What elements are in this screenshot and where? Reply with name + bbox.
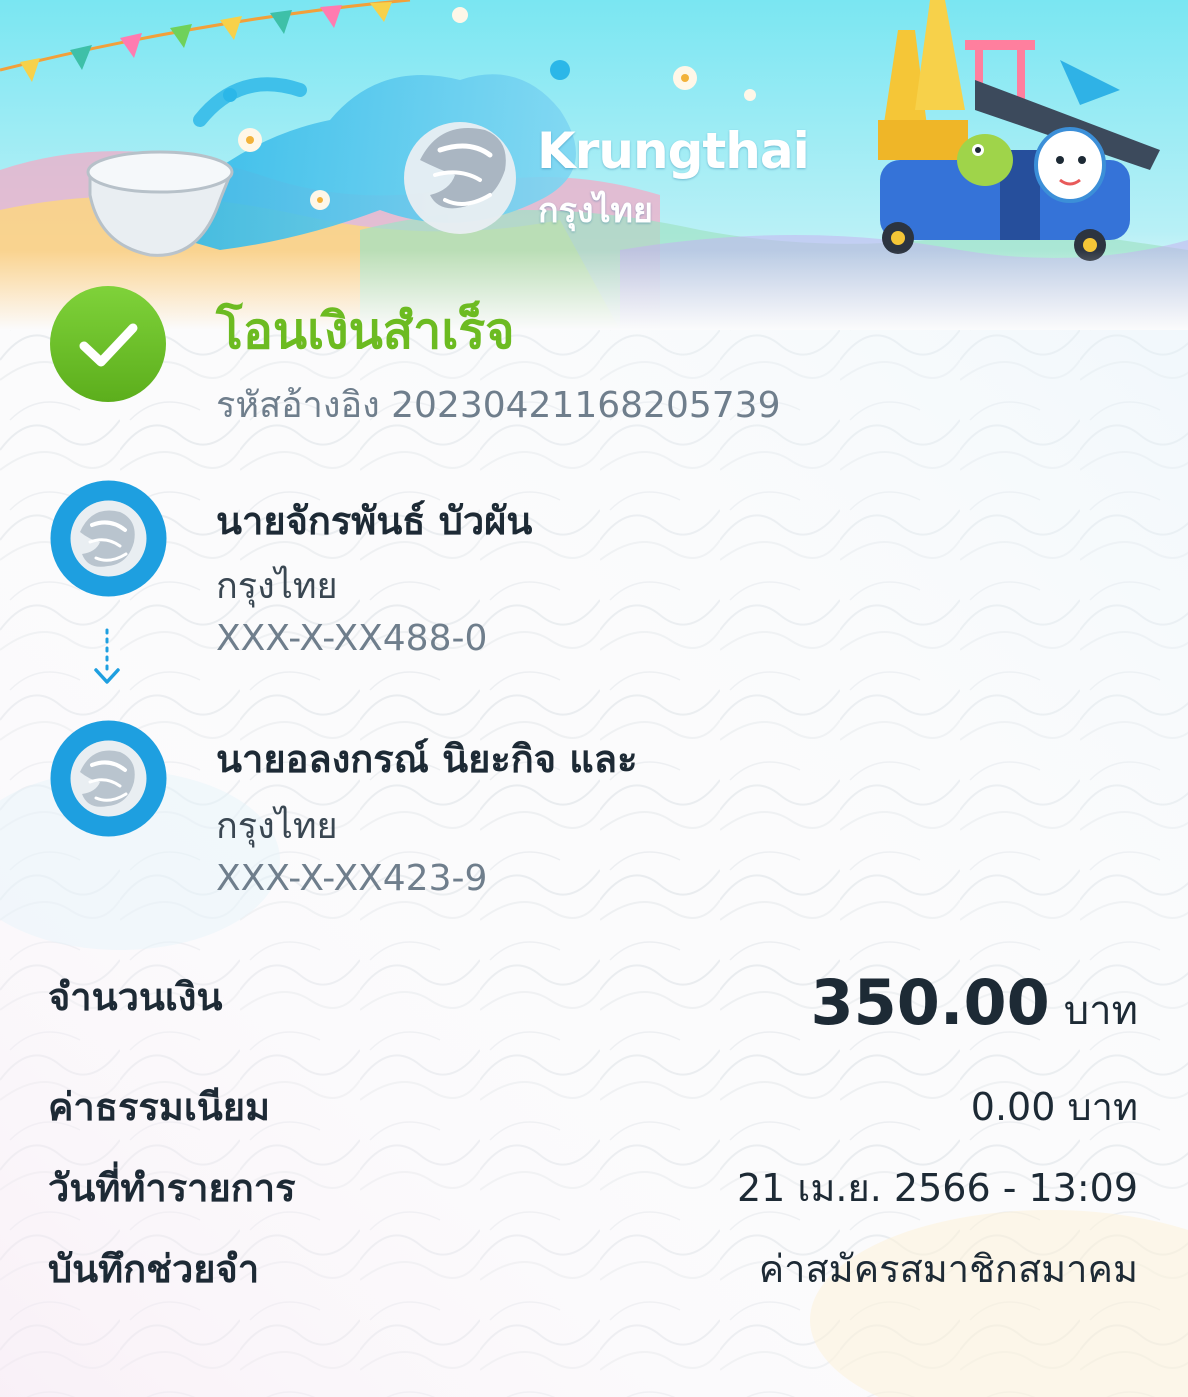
header-banner: Krungthai กรุงไทย <box>0 0 1188 330</box>
amount-label: จำนวนเงิน <box>48 975 223 1019</box>
receiver-account: XXX-X-XX423-9 <box>216 858 488 899</box>
date-label: วันที่ทำรายการ <box>48 1166 296 1210</box>
status-title: โอนเงินสำเร็จ <box>216 302 515 360</box>
receiver-name: นายอลงกรณ์ นิยะกิจ และ <box>216 737 638 781</box>
fee-label: ค่าธรรมเนียม <box>48 1085 271 1129</box>
transfer-slip: Krungthai กรุงไทย โอนเงินสำเร็จ รหัสอ้าง… <box>0 0 1188 1397</box>
sender-bank: กรุงไทย <box>216 566 338 607</box>
brand-thai-name: กรุงไทย <box>538 191 653 231</box>
sender-name: นายจักรพันธ์ บัวผัน <box>216 499 533 543</box>
dotted-down-arrow-icon <box>94 628 120 684</box>
background-pattern <box>0 300 1188 1397</box>
reference-label: รหัสอ้างอิง <box>216 385 380 426</box>
check-circle-icon <box>50 286 166 402</box>
memo-label: บันทึกช่วยจำ <box>48 1247 260 1291</box>
krungthai-bird-logo-header <box>404 122 516 234</box>
sender-account: XXX-X-XX488-0 <box>216 618 488 659</box>
date-value: 21 เม.ย. 2566 - 13:09 <box>736 1166 1138 1210</box>
receiver-bank-logo <box>50 720 167 837</box>
amount-unit: บาท <box>1063 988 1138 1034</box>
sender-bank-logo <box>50 480 167 597</box>
reference-line: รหัสอ้างอิง 20230421168205739 <box>216 376 780 433</box>
memo-value: ค่าสมัครสมาชิกสมาคม <box>758 1247 1138 1291</box>
amount-number: 350.00 <box>810 966 1050 1039</box>
brand-name: Krungthai <box>537 122 810 180</box>
amount-value: 350.00 บาท <box>811 966 1138 1042</box>
receiver-bank: กรุงไทย <box>216 806 338 847</box>
reference-number: 20230421168205739 <box>391 385 781 426</box>
fee-value: 0.00 บาท <box>970 1085 1138 1129</box>
